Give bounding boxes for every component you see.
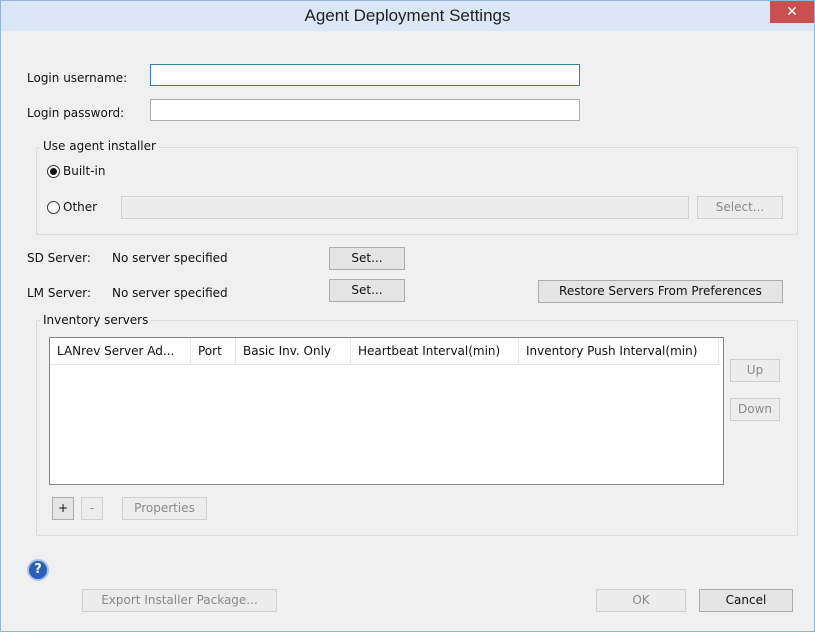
agent-installer-group-label: Use agent installer bbox=[40, 139, 159, 153]
question-mark-icon[interactable]: ? bbox=[27, 559, 49, 581]
inventory-servers-table[interactable]: LANrev Server Ad... Port Basic Inv. Only… bbox=[49, 337, 724, 485]
login-password-label: Login password: bbox=[27, 106, 125, 120]
login-username-input[interactable] bbox=[150, 64, 580, 86]
builtin-radio[interactable] bbox=[47, 165, 60, 178]
close-icon: ✕ bbox=[786, 4, 798, 20]
lm-server-label: LM Server: bbox=[27, 286, 92, 300]
other-radio-label[interactable]: Other bbox=[63, 200, 97, 214]
title-bar[interactable]: Agent Deployment Settings ✕ bbox=[1, 1, 814, 31]
ok-button[interactable]: OK bbox=[596, 589, 686, 612]
column-header-inventory-push-interval[interactable]: Inventory Push Interval(min) bbox=[519, 338, 719, 364]
login-password-input[interactable] bbox=[150, 99, 580, 121]
dialog-content: Login username: Login password: Use agen… bbox=[9, 31, 806, 623]
login-username-label: Login username: bbox=[27, 71, 128, 85]
remove-server-button[interactable]: - bbox=[81, 497, 103, 520]
other-radio[interactable] bbox=[47, 201, 60, 214]
agent-installer-group bbox=[36, 147, 798, 235]
move-up-button[interactable]: Up bbox=[730, 359, 780, 382]
help-glyph: ? bbox=[34, 562, 42, 577]
cancel-button[interactable]: Cancel bbox=[699, 589, 793, 612]
column-header-heartbeat-interval[interactable]: Heartbeat Interval(min) bbox=[351, 338, 519, 364]
close-button[interactable]: ✕ bbox=[770, 1, 814, 23]
restore-servers-button[interactable]: Restore Servers From Preferences bbox=[538, 280, 783, 303]
column-header-server-address[interactable]: LANrev Server Ad... bbox=[50, 338, 191, 364]
sd-server-label: SD Server: bbox=[27, 251, 91, 265]
add-server-button[interactable]: + bbox=[52, 497, 74, 520]
export-installer-button[interactable]: Export Installer Package... bbox=[82, 589, 277, 612]
column-header-port[interactable]: Port bbox=[191, 338, 236, 364]
window-title: Agent Deployment Settings bbox=[304, 6, 511, 25]
other-installer-path-field bbox=[121, 196, 689, 219]
lm-server-set-button[interactable]: Set... bbox=[329, 279, 405, 302]
dialog-window: Agent Deployment Settings ✕ Login userna… bbox=[0, 0, 815, 632]
inventory-servers-group-label: Inventory servers bbox=[40, 313, 152, 327]
sd-server-set-button[interactable]: Set... bbox=[329, 247, 405, 270]
properties-button[interactable]: Properties bbox=[122, 497, 207, 520]
move-down-button[interactable]: Down bbox=[730, 398, 780, 421]
column-header-basic-inventory[interactable]: Basic Inv. Only bbox=[236, 338, 351, 364]
lm-server-value: No server specified bbox=[112, 286, 228, 300]
select-installer-button[interactable]: Select... bbox=[697, 196, 783, 219]
builtin-radio-label[interactable]: Built-in bbox=[63, 164, 105, 178]
table-header: LANrev Server Ad... Port Basic Inv. Only… bbox=[50, 338, 721, 365]
sd-server-value: No server specified bbox=[112, 251, 228, 265]
